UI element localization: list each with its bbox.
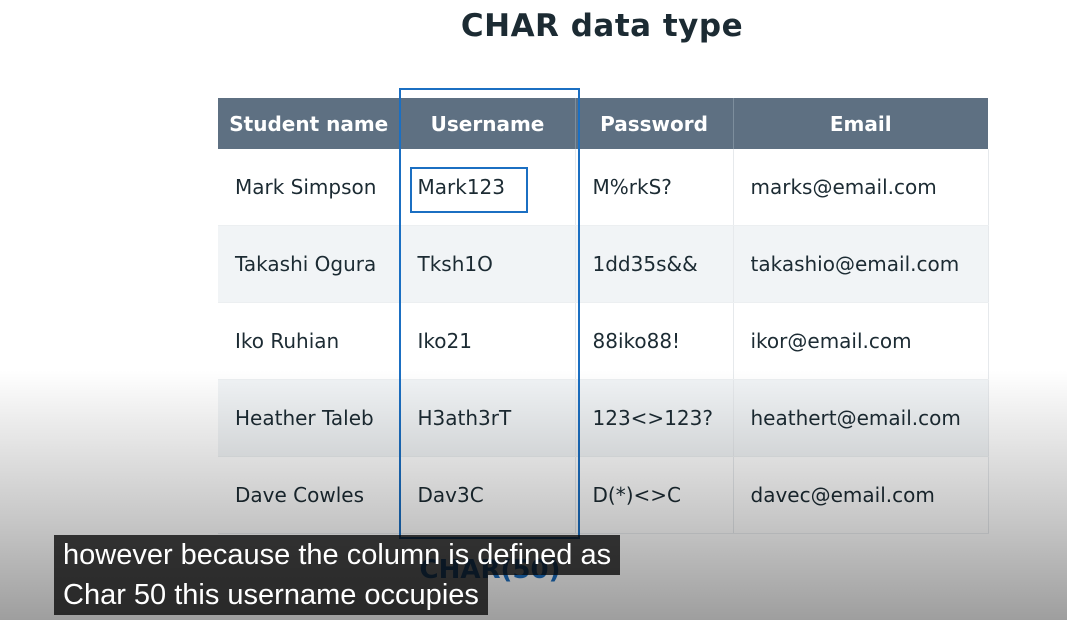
table-row: Takashi Ogura Tksh1O 1dd35s&& takashio@e… [218, 225, 989, 303]
table-row: Dave Cowles Dav3C D(*)<>C davec@email.co… [218, 456, 989, 534]
cell-student-name: Takashi Ogura [218, 225, 401, 303]
cell-email: davec@email.com [733, 456, 989, 534]
cell-email: takashio@email.com [733, 225, 989, 303]
column-header-student-name: Student name [218, 98, 401, 149]
cell-password: D(*)<>C [575, 456, 734, 534]
cell-password: 88iko88! [575, 302, 734, 380]
table-header-row: Student name Username Password Email [218, 98, 988, 149]
cell-student-name: Heather Taleb [218, 379, 401, 457]
caption-line-1: however because the column is defined as [54, 535, 621, 575]
username-column-highlight [399, 88, 580, 539]
cell-password: M%rkS? [575, 149, 734, 226]
column-header-email: Email [733, 98, 988, 149]
username-cell-highlight [410, 167, 528, 213]
cell-student-name: Dave Cowles [218, 456, 401, 534]
column-header-password: Password [575, 98, 734, 149]
cell-student-name: Mark Simpson [218, 149, 401, 226]
cell-email: marks@email.com [733, 149, 989, 226]
video-captions: however because the column is defined as… [54, 535, 621, 615]
cell-password: 123<>123? [575, 379, 734, 457]
cell-email: ikor@email.com [733, 302, 989, 380]
table-row: Heather Taleb H3ath3rT 123<>123? heather… [218, 379, 989, 457]
caption-line-2: Char 50 this username occupies [54, 575, 488, 615]
cell-password: 1dd35s&& [575, 225, 734, 303]
slide-title: CHAR data type [460, 8, 744, 44]
cell-student-name: Iko Ruhian [218, 302, 401, 380]
table-row: Iko Ruhian Iko21 88iko88! ikor@email.com [218, 302, 989, 380]
students-table: Student name Username Password Email Mar… [218, 98, 989, 534]
cell-email: heathert@email.com [733, 379, 989, 457]
table-row: Mark Simpson Mark123 M%rkS? marks@email.… [218, 149, 989, 226]
